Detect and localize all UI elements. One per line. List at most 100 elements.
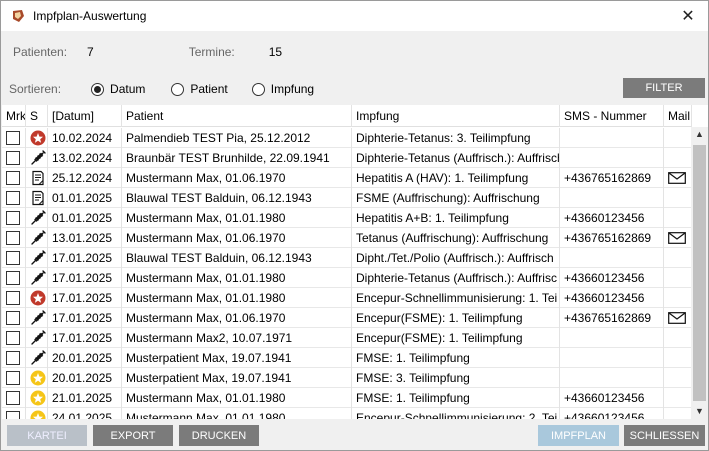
- sort-radio-datum[interactable]: Datum: [91, 82, 145, 96]
- mrk-cell[interactable]: [2, 368, 26, 388]
- table-row[interactable]: 17.01.2025 Blauwal TEST Balduin, 06.12.1…: [2, 248, 692, 268]
- export-button[interactable]: EXPORT: [93, 425, 173, 446]
- date-cell: 01.01.2025: [48, 208, 122, 228]
- scroll-thumb[interactable]: [693, 145, 706, 401]
- mark-checkbox[interactable]: [6, 271, 20, 285]
- mark-checkbox[interactable]: [6, 191, 20, 205]
- table-row[interactable]: 17.01.2025 Mustermann Max2, 10.07.1971 E…: [2, 328, 692, 348]
- mrk-cell[interactable]: [2, 228, 26, 248]
- table-row[interactable]: 21.01.2025 Mustermann Max, 01.01.1980 FM…: [2, 388, 692, 408]
- table-row[interactable]: 01.01.2025 Mustermann Max, 01.01.1980 He…: [2, 208, 692, 228]
- schliessen-button[interactable]: SCHLIESSEN: [624, 425, 705, 446]
- impfung-cell: Diphterie-Tetanus (Auffrisch.): Auffrisc…: [352, 148, 560, 168]
- table-row[interactable]: 01.01.2025 Blauwal TEST Balduin, 06.12.1…: [2, 188, 692, 208]
- mrk-cell[interactable]: [2, 148, 26, 168]
- radio-circle[interactable]: [171, 82, 185, 96]
- table-row[interactable]: 17.01.2025 Mustermann Max, 01.01.1980 En…: [2, 288, 692, 308]
- mark-checkbox[interactable]: [6, 391, 20, 405]
- mrk-cell[interactable]: [2, 188, 26, 208]
- mrk-cell[interactable]: [2, 168, 26, 188]
- mail-icon[interactable]: [668, 232, 686, 244]
- sort-radio-patient[interactable]: Patient: [171, 82, 228, 96]
- mail-cell[interactable]: [664, 268, 692, 288]
- patient-cell: Mustermann Max, 01.06.1970: [122, 228, 352, 248]
- mark-checkbox[interactable]: [6, 351, 20, 365]
- col-patient[interactable]: Patient: [122, 105, 352, 127]
- impfung-cell: Diphterie-Tetanus: 3. Teilimpfung: [352, 128, 560, 148]
- table-row[interactable]: 13.02.2024 Braunbär TEST Brunhilde, 22.0…: [2, 148, 692, 168]
- sms-cell: +43660123456: [560, 268, 664, 288]
- sort-option-label: Impfung: [270, 82, 315, 96]
- mrk-cell[interactable]: [2, 408, 26, 419]
- mrk-cell[interactable]: [2, 128, 26, 148]
- mail-cell[interactable]: [664, 388, 692, 408]
- mail-cell[interactable]: [664, 408, 692, 419]
- mark-checkbox[interactable]: [6, 291, 20, 305]
- mail-cell[interactable]: [664, 208, 692, 228]
- col-impfung[interactable]: Impfung: [352, 105, 560, 127]
- col-mrk[interactable]: Mrk: [2, 105, 26, 127]
- table-row[interactable]: 17.01.2025 Mustermann Max, 01.01.1980 Di…: [2, 268, 692, 288]
- mark-checkbox[interactable]: [6, 211, 20, 225]
- syringe-icon: [31, 310, 46, 325]
- vertical-scrollbar[interactable]: ▲ ▼: [691, 127, 708, 419]
- mail-cell[interactable]: [664, 328, 692, 348]
- mail-icon[interactable]: [668, 312, 686, 324]
- syringe-icon: [31, 350, 46, 365]
- col-sms[interactable]: SMS - Nummer: [560, 105, 664, 127]
- mrk-cell[interactable]: [2, 288, 26, 308]
- impfplan-button[interactable]: IMPFPLAN: [538, 425, 619, 446]
- mrk-cell[interactable]: [2, 388, 26, 408]
- filter-button[interactable]: FILTER: [623, 78, 705, 98]
- radio-circle[interactable]: [91, 82, 105, 96]
- mrk-cell[interactable]: [2, 268, 26, 288]
- table-row[interactable]: 10.02.2024 Palmendieb TEST Pia, 25.12.20…: [2, 128, 692, 148]
- mark-checkbox[interactable]: [6, 411, 20, 419]
- mark-checkbox[interactable]: [6, 251, 20, 265]
- col-datum[interactable]: [Datum]: [48, 105, 122, 127]
- patient-cell: Palmendieb TEST Pia, 25.12.2012: [122, 128, 352, 148]
- mrk-cell[interactable]: [2, 328, 26, 348]
- impfung-cell: Dipht./Tet./Polio (Auffrisch.): Auffrisc…: [352, 248, 560, 268]
- mrk-cell[interactable]: [2, 308, 26, 328]
- radio-circle[interactable]: [251, 82, 265, 96]
- mail-cell[interactable]: [664, 348, 692, 368]
- close-icon[interactable]: ✕: [668, 1, 708, 31]
- mark-checkbox[interactable]: [6, 131, 20, 145]
- mark-checkbox[interactable]: [6, 231, 20, 245]
- scroll-down-icon[interactable]: ▼: [695, 407, 704, 416]
- impfung-cell: FMSE: 1. Teilimpfung: [352, 348, 560, 368]
- mark-checkbox[interactable]: [6, 331, 20, 345]
- mail-cell[interactable]: [664, 188, 692, 208]
- mark-checkbox[interactable]: [6, 151, 20, 165]
- mail-cell[interactable]: [664, 288, 692, 308]
- date-cell: 17.01.2025: [48, 248, 122, 268]
- mark-checkbox[interactable]: [6, 171, 20, 185]
- col-mail[interactable]: Mail: [664, 105, 692, 127]
- date-cell: 24.01.2025: [48, 408, 122, 419]
- table-row[interactable]: 13.01.2025 Mustermann Max, 01.06.1970 Te…: [2, 228, 692, 248]
- mrk-cell[interactable]: [2, 348, 26, 368]
- mail-cell[interactable]: [664, 368, 692, 388]
- table-row[interactable]: 20.01.2025 Musterpatient Max, 19.07.1941…: [2, 348, 692, 368]
- mark-checkbox[interactable]: [6, 371, 20, 385]
- table-row[interactable]: 24.01.2025 Mustermann Max, 01.01.1980 En…: [2, 408, 692, 419]
- date-cell: 25.12.2024: [48, 168, 122, 188]
- mail-cell[interactable]: [664, 148, 692, 168]
- mrk-cell[interactable]: [2, 248, 26, 268]
- impfung-cell: Encepur(FSME): 1. Teilimpfung: [352, 328, 560, 348]
- sort-option-label: Patient: [190, 82, 228, 96]
- table-row[interactable]: 17.01.2025 Mustermann Max, 01.06.1970 En…: [2, 308, 692, 328]
- drucken-button[interactable]: DRUCKEN: [179, 425, 259, 446]
- mark-checkbox[interactable]: [6, 311, 20, 325]
- mail-icon[interactable]: [668, 172, 686, 184]
- mail-cell[interactable]: [664, 128, 692, 148]
- col-s[interactable]: S: [26, 105, 48, 127]
- scroll-up-icon[interactable]: ▲: [695, 130, 704, 139]
- table-row[interactable]: 20.01.2025 Musterpatient Max, 19.07.1941…: [2, 368, 692, 388]
- table-row[interactable]: 25.12.2024 Mustermann Max, 01.06.1970 He…: [2, 168, 692, 188]
- mrk-cell[interactable]: [2, 208, 26, 228]
- mail-cell[interactable]: [664, 248, 692, 268]
- sort-radio-impfung[interactable]: Impfung: [251, 82, 315, 96]
- kartei-button[interactable]: KARTEI: [7, 425, 87, 446]
